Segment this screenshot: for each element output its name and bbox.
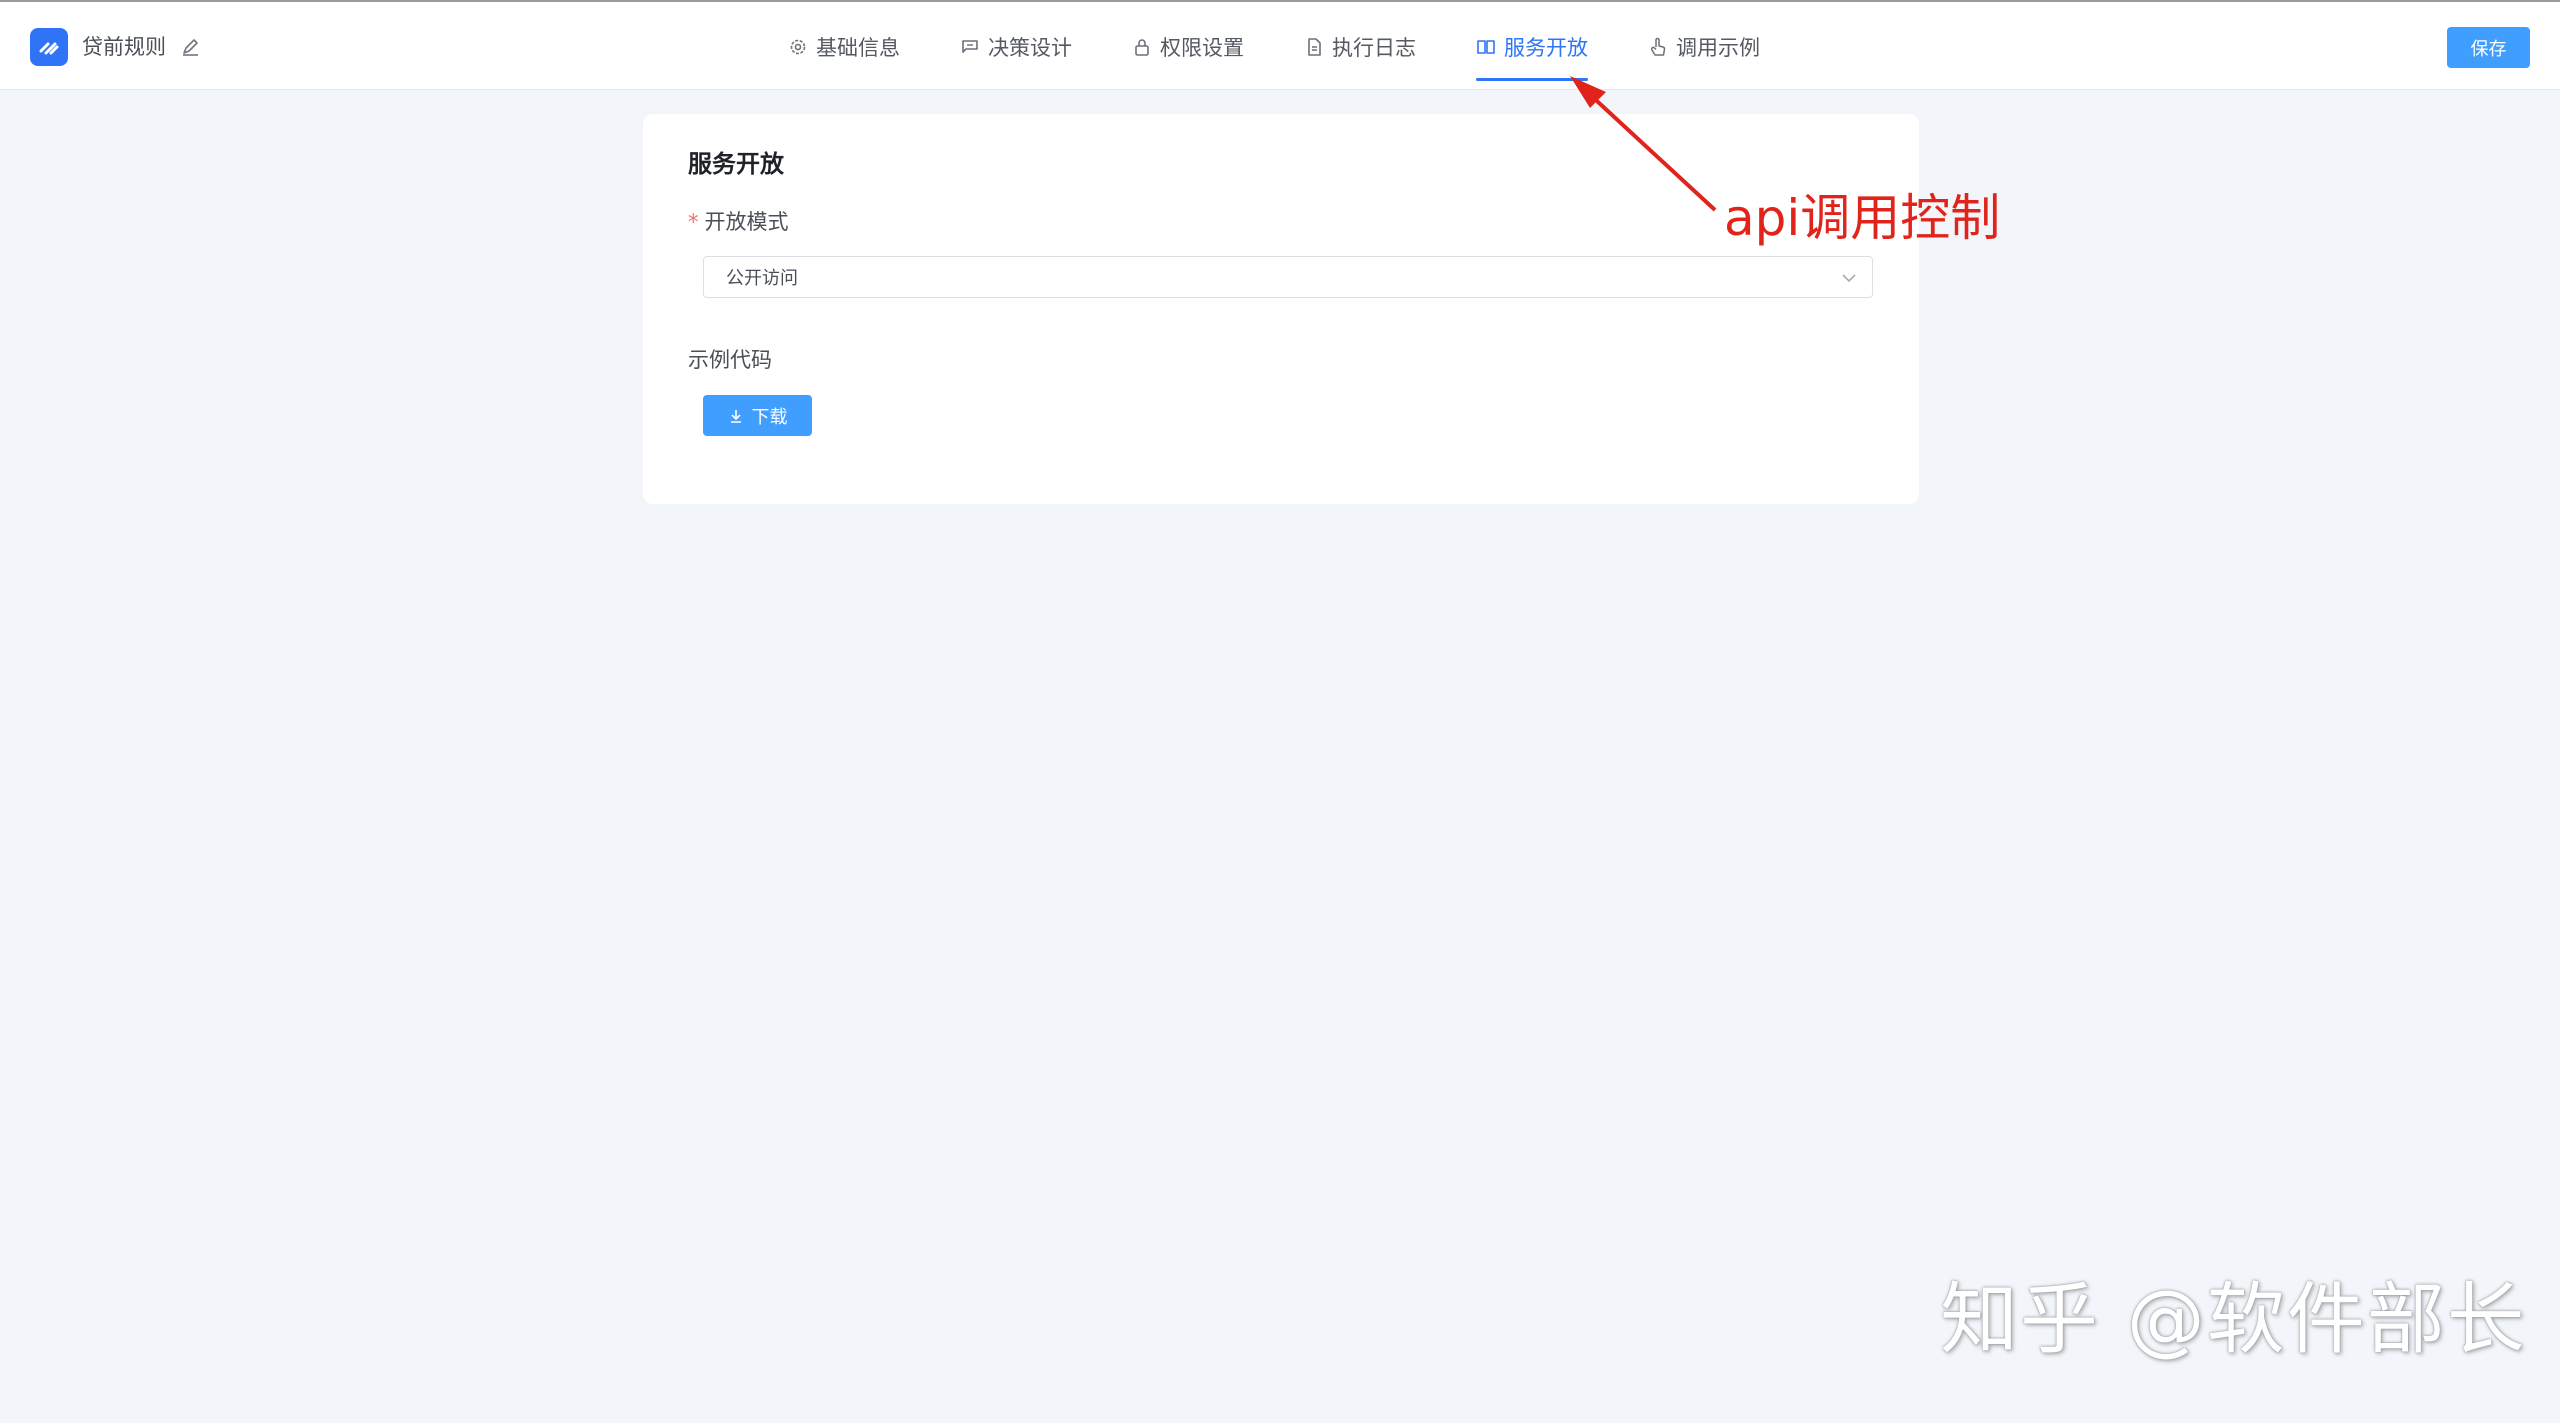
tab-bar: 基础信息 决策设计 权限设置 执行日志 服务开放 调用示例 bbox=[788, 2, 1820, 92]
required-asterisk: * bbox=[688, 210, 699, 234]
open-mode-select[interactable]: 公开访问 bbox=[703, 256, 1873, 298]
document-icon bbox=[1304, 37, 1324, 57]
download-button[interactable]: 下载 bbox=[703, 395, 812, 436]
chevron-down-icon[interactable] bbox=[1840, 269, 1858, 287]
book-icon bbox=[1476, 37, 1496, 57]
lock-icon bbox=[1132, 37, 1152, 57]
tab-label: 调用示例 bbox=[1676, 36, 1760, 60]
hand-pointer-icon bbox=[1648, 37, 1668, 57]
tab-label: 权限设置 bbox=[1160, 36, 1244, 60]
tab-label: 执行日志 bbox=[1332, 36, 1416, 60]
card-title: 服务开放 bbox=[688, 150, 784, 178]
sample-code-label: 示例代码 bbox=[688, 348, 772, 372]
tab-permissions[interactable]: 权限设置 bbox=[1132, 2, 1244, 92]
app-title: 贷前规则 bbox=[82, 35, 166, 59]
tab-label: 基础信息 bbox=[816, 36, 900, 60]
gear-icon bbox=[788, 37, 808, 57]
flag-icon bbox=[960, 37, 980, 57]
tab-label: 服务开放 bbox=[1504, 36, 1588, 60]
app-logo-icon[interactable] bbox=[30, 28, 68, 66]
tab-call-example[interactable]: 调用示例 bbox=[1648, 2, 1760, 92]
watermark: 知乎 @软件部长 bbox=[1940, 1275, 2527, 1365]
annotation-label: api调用控制 bbox=[1724, 189, 2001, 247]
save-button[interactable]: 保存 bbox=[2447, 27, 2530, 68]
tab-basic-info[interactable]: 基础信息 bbox=[788, 2, 900, 92]
open-mode-selected-value: 公开访问 bbox=[726, 268, 798, 289]
tab-label: 决策设计 bbox=[988, 36, 1072, 60]
edit-pencil-icon[interactable] bbox=[180, 36, 202, 58]
download-label: 下载 bbox=[751, 406, 788, 428]
top-header: 贷前规则 基础信息 决策设计 权限设置 执行日志 服务开放 调用示例 保存 bbox=[0, 0, 2560, 90]
tab-execution-log[interactable]: 执行日志 bbox=[1304, 2, 1416, 92]
download-icon bbox=[728, 408, 744, 424]
open-mode-label: * 开放模式 bbox=[688, 206, 789, 236]
tab-service-open[interactable]: 服务开放 bbox=[1476, 2, 1588, 92]
service-open-card: 服务开放 * 开放模式 公开访问 示例代码 下载 bbox=[643, 114, 1919, 504]
open-mode-label-text: 开放模式 bbox=[704, 210, 789, 234]
tab-decision-design[interactable]: 决策设计 bbox=[960, 2, 1072, 92]
